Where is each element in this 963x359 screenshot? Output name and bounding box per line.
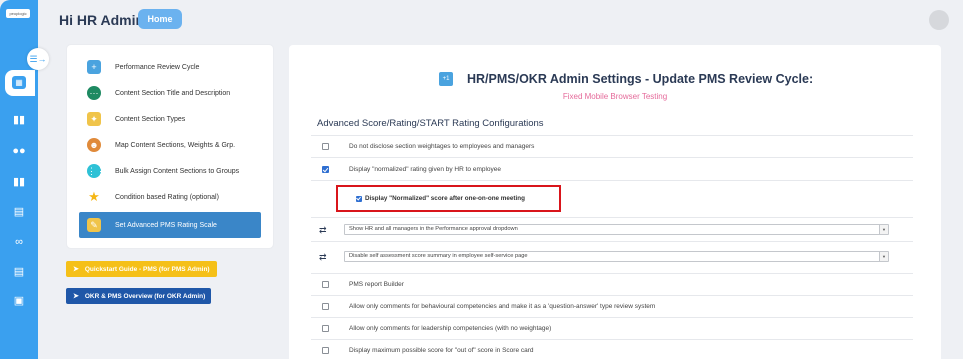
option-label: PMS report Builder: [349, 281, 404, 288]
section-heading: Advanced Score/Rating/START Rating Confi…: [317, 118, 544, 129]
book-icon[interactable]: ▮▮: [11, 112, 27, 128]
approval-dropdown[interactable]: Show HR and all managers in the Performa…: [344, 224, 889, 235]
menu-item-label: Map Content Sections, Weights & Grp.: [115, 141, 236, 149]
collapse-menu-icon[interactable]: ☰→: [27, 48, 49, 70]
user-settings-icon: ☻: [87, 138, 101, 152]
overview-label: OKR & PMS Overview (for OKR Admin): [84, 292, 206, 300]
approval-dropdown-value: Show HR and all managers in the Performa…: [349, 226, 518, 232]
option-checkbox[interactable]: [356, 195, 362, 202]
select-row: ⇄ Disable self assessment score summary …: [311, 241, 913, 271]
calendar-icon: +: [87, 60, 101, 74]
option-checkbox[interactable]: [322, 281, 329, 288]
rail-item-dashboard[interactable]: ▦: [5, 70, 35, 96]
chevron-down-icon: ▼: [879, 225, 888, 234]
self-assessment-dropdown-value: Disable self assessment score summary in…: [349, 253, 528, 259]
menu-item-label: Content Section Title and Description: [115, 89, 231, 97]
scale-icon: ✎: [87, 218, 101, 232]
option-label: Display "normalized" rating given by HR …: [349, 165, 502, 173]
page-subtitle: Fixed Mobile Browser Testing: [562, 92, 668, 101]
highlight-box: Display "Normalized" score after one-on-…: [336, 185, 561, 212]
menu-item-label: Condition based Rating (optional): [115, 193, 219, 201]
greeting-title: Hi HR Admin: [59, 12, 145, 28]
option-label: Allow only comments for leadership compe…: [349, 325, 552, 332]
option-row[interactable]: PMS report Builder: [311, 273, 913, 295]
bulk-icon: ⋮⋮: [87, 164, 105, 178]
rocket-icon: ➤: [73, 293, 79, 300]
option-label: Display "Normalized" score after one-on-…: [365, 195, 525, 202]
option-row[interactable]: Display maximum possible score for "out …: [311, 339, 913, 359]
star-icon: ★: [88, 189, 100, 204]
dots-icon: ···: [87, 86, 101, 100]
menu-item-label: Content Section Types: [115, 115, 186, 123]
option-checkbox[interactable]: [322, 165, 329, 173]
rocket-icon: ➤: [73, 266, 79, 273]
option-checkbox[interactable]: [322, 143, 329, 150]
top-header: Hi HR Admin Home: [38, 0, 963, 40]
menu-item-performance-review-cycle[interactable]: + Performance Review Cycle: [79, 55, 261, 79]
menu-item-map-content-sections[interactable]: ☻ Map Content Sections, Weights & Grp.: [79, 133, 261, 157]
app-frame: peoplogic ▦ ▮▮ ●● ▮▮ ▤ ∞ ▤ ▣ Hi HR Admin…: [0, 0, 963, 359]
menu-item-condition-rating[interactable]: ★ Condition based Rating (optional): [79, 185, 261, 209]
option-label: Do not disclose section weightages to em…: [349, 143, 535, 150]
normalized-score-option[interactable]: Display "Normalized" score after one-on-…: [356, 195, 525, 202]
okr-overview-button[interactable]: ➤ OKR & PMS Overview (for OKR Admin): [66, 288, 211, 304]
home-button[interactable]: Home: [138, 9, 182, 29]
menu-item-label: Performance Review Cycle: [115, 63, 200, 71]
menu-item-content-section-types[interactable]: ✦ Content Section Types: [79, 107, 261, 131]
page-title: HR/PMS/OKR Admin Settings - Update PMS R…: [467, 72, 814, 86]
menu-item-advanced-rating-scale[interactable]: ✎ Set Advanced PMS Rating Scale: [79, 212, 261, 238]
chart-icon[interactable]: ▤: [11, 204, 27, 220]
menu-item-bulk-assign[interactable]: ⋮⋮ Bulk Assign Content Sections to Group…: [79, 159, 261, 183]
quickstart-label: Quickstart Guide - PMS (for PMS Admin): [84, 265, 210, 273]
checklist-icon[interactable]: ▤: [11, 264, 27, 280]
flow-icon: ⇄: [319, 224, 327, 235]
document-icon[interactable]: ▮▮: [11, 174, 27, 190]
calendar-icon: +1: [439, 72, 453, 86]
flow-icon: ⇄: [319, 251, 327, 262]
dashboard-icon: ▦: [12, 76, 26, 89]
self-assessment-dropdown[interactable]: Disable self assessment score summary in…: [344, 251, 889, 262]
avatar[interactable]: [929, 10, 949, 30]
title-row: +1 HR/PMS/OKR Admin Settings - Update PM…: [439, 72, 813, 86]
option-row[interactable]: Do not disclose section weightages to em…: [311, 135, 913, 157]
handshake-icon[interactable]: ∞: [11, 234, 27, 250]
option-checkbox[interactable]: [322, 303, 329, 310]
quickstart-guide-button[interactable]: ➤ Quickstart Guide - PMS (for PMS Admin): [66, 261, 217, 277]
option-checkbox[interactable]: [322, 347, 329, 354]
menu-item-content-section-title[interactable]: ··· Content Section Title and Descriptio…: [79, 81, 261, 105]
menu-item-label: Bulk Assign Content Sections to Groups: [115, 167, 240, 175]
team-icon[interactable]: ●●: [11, 143, 27, 159]
medal-icon: ✦: [87, 112, 101, 126]
chevron-down-icon: ▼: [879, 252, 888, 261]
option-row[interactable]: Display "normalized" rating given by HR …: [311, 157, 913, 180]
option-checkbox[interactable]: [322, 325, 329, 332]
option-label: Allow only comments for behavioural comp…: [349, 303, 656, 310]
option-row[interactable]: Allow only comments for behavioural comp…: [311, 295, 913, 317]
menu-item-label: Set Advanced PMS Rating Scale: [115, 221, 217, 229]
calendar-rail-icon[interactable]: ▣: [11, 293, 27, 309]
option-label: Display maximum possible score for "out …: [349, 347, 534, 354]
settings-menu: + Performance Review Cycle ··· Content S…: [67, 45, 273, 248]
option-row[interactable]: Allow only comments for leadership compe…: [311, 317, 913, 339]
select-row: ⇄ Show HR and all managers in the Perfor…: [311, 217, 913, 241]
app-logo: peoplogic: [6, 9, 30, 18]
